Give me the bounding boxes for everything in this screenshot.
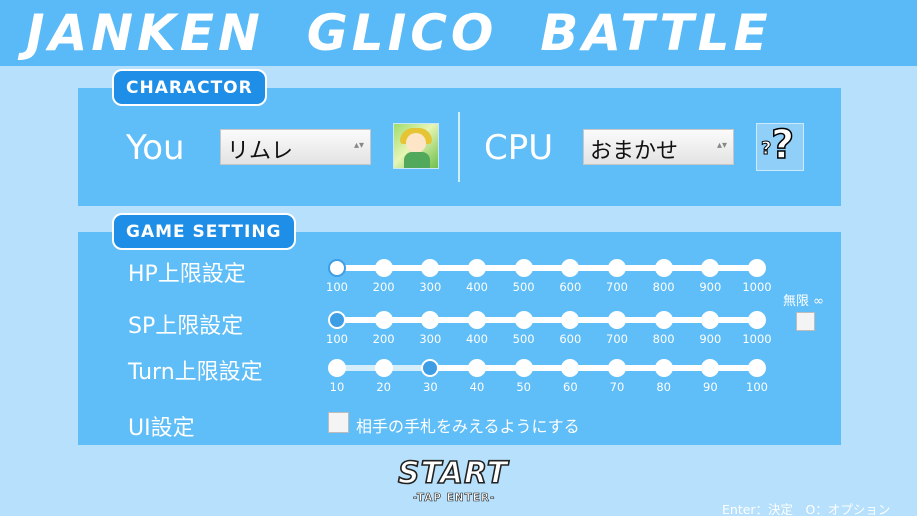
turn-limit-label: Turn上限設定 — [128, 360, 263, 385]
character-divider — [458, 112, 460, 182]
cpu-character-select[interactable]: おまかせ ▴▾ — [583, 129, 734, 165]
game-setting-section-label: GAME SETTING — [112, 213, 296, 250]
hp-slider-stop[interactable] — [514, 259, 533, 277]
turn-slider-stop[interactable] — [748, 359, 766, 377]
turn-tick-label: 10 — [329, 380, 345, 394]
start-button-hint: -TAP ENTER- — [413, 492, 496, 505]
sp-tick-label: 900 — [699, 332, 722, 346]
sp-slider-stop[interactable] — [514, 311, 533, 329]
unlimited-label: 無限 ∞ — [783, 294, 824, 309]
you-character-select[interactable]: リムレ ▴▾ — [220, 129, 371, 165]
turn-slider-stop[interactable] — [328, 359, 346, 377]
hp-tick-label: 100 — [326, 280, 348, 294]
hp-slider-stop[interactable] — [748, 259, 766, 277]
turn-tick-label: 30 — [423, 380, 438, 394]
sp-slider-stop[interactable] — [748, 311, 766, 329]
turn-slider-stop[interactable] — [654, 359, 673, 377]
hp-tick-label: 200 — [372, 280, 395, 294]
turn-tick-label: 50 — [516, 380, 531, 394]
turn-tick-label: 100 — [746, 380, 768, 394]
hp-slider-stop[interactable] — [654, 259, 673, 277]
cpu-label: CPU — [484, 128, 554, 168]
character-section-label: CHARACTOR — [112, 69, 267, 106]
unlimited-sp-checkbox[interactable] — [796, 312, 815, 331]
you-character-portrait — [393, 123, 439, 169]
sp-slider-stop[interactable] — [608, 311, 626, 329]
turn-tick-label: 80 — [656, 380, 671, 394]
sp-limit-label: SP上限設定 — [128, 314, 244, 339]
hp-tick-label: 1000 — [742, 280, 772, 294]
turn-tick-label: 70 — [609, 380, 625, 394]
sp-tick-label: 1000 — [742, 332, 772, 346]
sp-tick-label: 800 — [652, 332, 675, 346]
sp-slider-stop[interactable] — [654, 311, 673, 329]
sp-tick-label: 700 — [606, 332, 628, 346]
sp-slider-stop[interactable] — [374, 311, 393, 329]
hp-slider-stop[interactable] — [328, 259, 346, 277]
hp-limit-label: HP上限設定 — [128, 262, 246, 287]
turn-slider-stop[interactable] — [374, 359, 393, 377]
game-title: JANKEN GLICO BATTLE — [26, 4, 772, 62]
sp-tick-label: 100 — [326, 332, 348, 346]
hp-slider-track[interactable] — [337, 265, 757, 271]
chevron-down-icon: ▴▾ — [716, 140, 727, 151]
you-character-value: リムレ — [227, 139, 294, 164]
turn-tick-label: 90 — [703, 380, 718, 394]
turn-tick-label: 40 — [469, 380, 485, 394]
sp-slider-track[interactable] — [337, 317, 757, 323]
turn-slider-track[interactable] — [337, 365, 757, 371]
you-label: You — [126, 128, 185, 168]
sp-tick-label: 400 — [466, 332, 488, 346]
turn-slider-stop[interactable] — [514, 359, 533, 377]
hp-tick-label: 400 — [466, 280, 488, 294]
hp-tick-label: 600 — [559, 280, 582, 294]
sp-tick-label: 200 — [372, 332, 395, 346]
turn-slider-stop[interactable] — [608, 359, 626, 377]
show-opponent-hand-label: 相手の手札をみえるようにする — [356, 417, 580, 436]
sp-slider-stop[interactable] — [328, 311, 346, 329]
show-opponent-hand-checkbox[interactable] — [328, 412, 349, 433]
hp-slider-stop[interactable] — [374, 259, 393, 277]
sp-slider-stop[interactable] — [468, 311, 486, 329]
hp-slider-stop[interactable] — [608, 259, 626, 277]
random-character-icon: ? ? — [756, 121, 804, 171]
turn-tick-label: 20 — [376, 380, 391, 394]
chevron-down-icon: ▴▾ — [353, 140, 364, 151]
sp-tick-label: 300 — [419, 332, 442, 346]
turn-tick-label: 60 — [563, 380, 578, 394]
hp-tick-label: 800 — [652, 280, 675, 294]
turn-slider-stop[interactable] — [468, 359, 486, 377]
sp-tick-label: 600 — [559, 332, 582, 346]
cpu-character-value: おまかせ — [590, 139, 679, 164]
start-button[interactable]: START — [397, 455, 508, 492]
hp-tick-label: 300 — [419, 280, 442, 294]
header-bar: JANKEN GLICO BATTLE — [0, 0, 917, 66]
key-hint-footer: Enter：決定 O：オプション — [722, 502, 891, 516]
hp-tick-label: 500 — [512, 280, 535, 294]
hp-slider-stop[interactable] — [468, 259, 486, 277]
hp-tick-label: 900 — [699, 280, 722, 294]
sp-tick-label: 500 — [512, 332, 535, 346]
ui-setting-label: UI設定 — [128, 416, 195, 441]
hp-tick-label: 700 — [606, 280, 628, 294]
